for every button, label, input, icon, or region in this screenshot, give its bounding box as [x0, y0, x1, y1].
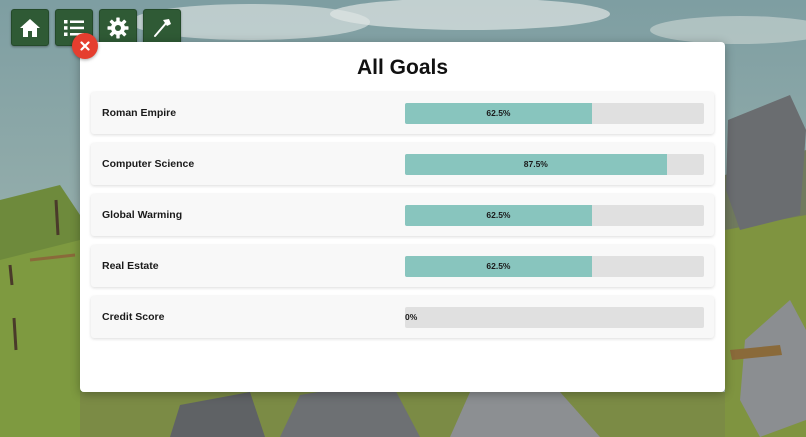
progress-label: 0% [405, 312, 418, 322]
progress-label: 87.5% [523, 159, 548, 169]
goal-progress-bar: 62.5% [405, 205, 704, 226]
goal-name: Roman Empire [102, 107, 177, 119]
goal-row: Global Warming 62.5% [91, 194, 714, 236]
all-goals-dialog: All Goals Roman Empire 62.5% Computer Sc… [80, 42, 725, 392]
tools-button[interactable] [143, 9, 181, 46]
progress-label: 62.5% [486, 108, 511, 118]
goal-progress-bar: 62.5% [405, 103, 704, 124]
goal-name: Computer Science [102, 158, 195, 170]
goal-row: Credit Score 0% [91, 296, 714, 338]
home-icon [20, 18, 40, 37]
goal-name: Global Warming [102, 209, 183, 221]
settings-button[interactable] [99, 9, 137, 46]
close-button[interactable] [72, 33, 98, 59]
goal-name: Real Estate [102, 260, 159, 272]
goal-row: Roman Empire 62.5% [91, 92, 714, 134]
goal-row: Computer Science 87.5% [91, 143, 714, 185]
goal-progress-bar: 62.5% [405, 256, 704, 277]
progress-label: 62.5% [486, 210, 511, 220]
goal-progress-bar: 0% [405, 307, 704, 328]
goal-name: Credit Score [102, 311, 165, 323]
goal-row: Real Estate 62.5% [91, 245, 714, 287]
close-icon [80, 41, 90, 51]
goal-list: Roman Empire 62.5% Computer Science 87.5… [91, 92, 714, 338]
dialog-title: All Goals [356, 56, 449, 79]
axe-icon [154, 18, 171, 37]
goal-progress-bar: 87.5% [405, 154, 704, 175]
home-button[interactable] [11, 9, 49, 46]
gear-icon [107, 17, 129, 38]
progress-label: 62.5% [486, 261, 511, 271]
